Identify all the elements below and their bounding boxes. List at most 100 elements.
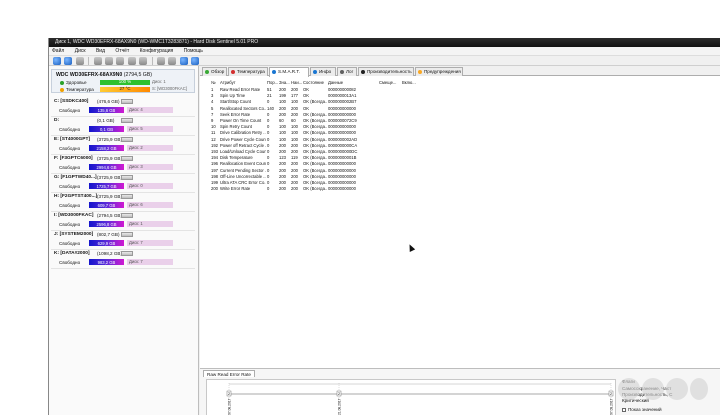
volume-item[interactable]: E: [ST4000GPT] (3725,9 GB) Свободно 2158,2 … (51, 136, 195, 155)
attr-status: OK (Всегда... (303, 180, 327, 185)
attr-id: 7 (211, 111, 214, 117)
drive-1-icon[interactable] (93, 57, 102, 65)
volume-item[interactable]: F: [F3GPTC6000] (3725,9 GB) Свободно 2994,6… (51, 155, 195, 174)
attr-worst: 200 (291, 105, 298, 111)
volume-item[interactable]: K: [DATA#2000] (1098,2 GB) Свободно 983,2 G… (51, 250, 195, 269)
volume-disk-number: Диск: 7 (127, 259, 173, 265)
tab-3[interactable]: Инфо (310, 67, 336, 76)
attr-data: 0000000000CA (328, 142, 358, 148)
volume-item[interactable]: J: [SYSTEM2000] (802,7 GB) Свободно 629,9 G… (51, 231, 195, 250)
mouse-cursor-icon (406, 243, 416, 252)
attr-threshold: 140 (267, 105, 274, 111)
report-icon[interactable] (168, 57, 177, 65)
volume-item[interactable]: G: [F1GPTWD40...] (3725,9 GB) Свободно 1725… (51, 174, 195, 193)
refresh-icon[interactable] (53, 57, 61, 65)
attr-name: Drive Calibration Retry ... (220, 130, 266, 136)
attr-name: Write Error Rate (220, 186, 251, 192)
volume-disk-number: Диск: 4 (127, 107, 173, 113)
menu-disk[interactable]: Диск (75, 48, 86, 54)
attr-data: 000000000000 (328, 180, 356, 185)
menu-report[interactable]: Отчёт (115, 48, 129, 54)
attr-id: 4 (211, 99, 214, 105)
attr-status: OK (Всегда... (303, 124, 327, 130)
col-value[interactable]: Зна... (279, 80, 290, 86)
volume-size: (1098,2 GB) (97, 251, 123, 256)
attr-name: Reallocation Event Count (220, 161, 266, 167)
tab-4[interactable]: Лог (337, 67, 357, 76)
smart-row[interactable]: 1 Raw Read Error Rate 51 200 200 OK 0000000000… (203, 87, 503, 93)
selected-disk[interactable]: WDC WD30EFRX-68AX9N0 (2794,5 GB) Здоровь… (51, 69, 195, 93)
attr-threshold: 0 (267, 142, 270, 148)
graph-tab[interactable]: Raw Read Error Rate (203, 370, 255, 377)
volume-disk-number: Диск: 2 (127, 145, 173, 151)
smart-row[interactable]: 196 Reallocation Event Count 0 200 200 OK (Вс… (203, 161, 503, 167)
smart-row[interactable]: 7 Seek Error Rate 0 200 200 OK (Всегда... 0000… (203, 112, 503, 118)
volume-item[interactable]: H: [F2GPTST400...] (3725,9 GB) Свободно 609… (51, 193, 195, 212)
smart-row[interactable]: 192 Power off Retract Cycle ... 0 200 200 OK … (203, 143, 503, 149)
drive-5-icon[interactable] (139, 57, 148, 65)
temperature-row: Температура 27 °C S: [WD3000FKAC] (60, 86, 187, 92)
col-offset[interactable]: Смеще... (379, 80, 401, 86)
volume-size: (3725,9 GB) (97, 194, 123, 199)
volume-item[interactable]: C: [SSDKC400] (476,6 GB) Свободно 135,6 GB Д… (51, 98, 195, 117)
attr-value: 200 (279, 87, 286, 92)
attr-threshold: 0 (267, 130, 270, 136)
col-data[interactable]: Данные (328, 80, 378, 86)
col-id[interactable]: № (211, 80, 219, 86)
col-threshold[interactable]: Пор... (267, 80, 278, 86)
attr-threshold: 0 (267, 136, 270, 142)
volume-item[interactable]: I: [WD3000FKAC] (2794,5 GB) Свободно 2596,8… (51, 212, 195, 231)
attr-id: 198 (211, 173, 218, 179)
menu-config[interactable]: Конфигурация (140, 48, 174, 54)
test-icon[interactable] (156, 57, 165, 65)
attr-name: Power On Time Count (220, 118, 262, 123)
smart-row[interactable]: 11 Drive Calibration Retry ... 0 100 100 OK (… (203, 130, 503, 136)
smart-row[interactable]: 10 Spin Retry Count 0 100 100 OK (Всегда... 00… (203, 124, 503, 130)
smart-row[interactable]: 197 Current Pending Sector ... 0 200 200 OK (… (203, 168, 503, 174)
drive-3-icon[interactable] (116, 57, 125, 65)
free-space-value: 609,7 GB (97, 202, 116, 208)
col-worst[interactable]: Наи... (291, 80, 302, 86)
help-icon[interactable] (191, 57, 200, 65)
smart-row[interactable]: 4 Start/Stop Count 0 100 100 OK (Всегда... 000… (203, 99, 503, 105)
smart-row[interactable]: 194 Disk Temperature 0 123 119 OK (Всегда... 0… (203, 155, 503, 161)
show-values-checkbox[interactable] (622, 407, 626, 412)
volume-item[interactable]: D: (0,1 GB) Свободно 0,1 GB Диск: 5 (51, 117, 195, 136)
volume-disk-number: Диск: 7 (127, 240, 173, 246)
tab-2[interactable]: S.M.A.R.T. (269, 67, 309, 77)
tab-0[interactable]: Обзор (202, 67, 227, 76)
drive-4-icon[interactable] (127, 57, 136, 65)
smart-row[interactable]: 193 Load/Unload Cycle Count 0 200 200 OK (Все… (203, 149, 503, 155)
menu-view[interactable]: Вид (96, 48, 105, 54)
attr-data: 000000000000 (328, 186, 356, 192)
show-values-option[interactable]: Показ значений (622, 407, 662, 412)
menu-file[interactable]: Файл (52, 48, 64, 54)
volume-disk-number: Диск: 6 (127, 202, 173, 208)
col-enabled[interactable]: Вклю... (402, 80, 416, 86)
menu-help[interactable]: Помощь (184, 48, 203, 54)
attr-id: 196 (211, 161, 218, 167)
smart-row[interactable]: 198 Off-Line Uncorrectable ... 0 200 200 OK (… (203, 174, 503, 180)
smart-row[interactable]: 5 Reallocated Sectors Co... 140 200 200 OK 000… (203, 106, 503, 112)
free-label: Свободно (59, 127, 81, 132)
smart-row[interactable]: 199 Ultra ATA CRC Error Co... 0 200 200 OK (В… (203, 180, 503, 186)
smart-row[interactable]: 3 Spin Up Time 21 199 177 OK 0000000013A1 (203, 93, 503, 99)
attr-id: 1 (211, 87, 214, 92)
disk-icon[interactable] (75, 57, 84, 65)
volume-size: (2794,5 GB) (97, 213, 123, 218)
smart-row[interactable]: 12 Drive Power Cycle Count 0 100 100 OK (Всег… (203, 137, 503, 143)
col-status[interactable]: Состояние (303, 80, 327, 86)
attr-name: Seek Error Rate (220, 111, 251, 117)
attr-worst: 200 (291, 149, 298, 154)
smart-row[interactable]: 200 Write Error Rate 0 200 200 OK (Всегда... 0… (203, 186, 503, 192)
smart-row[interactable]: 9 Power On Time Count 0 60 60 OK (Всегда... 00… (203, 118, 503, 124)
info-icon[interactable] (179, 57, 188, 65)
drive-2-icon[interactable] (104, 57, 113, 65)
attr-id: 197 (211, 167, 218, 173)
col-attribute[interactable]: Атрибут (220, 80, 266, 86)
tab-6[interactable]: Предупреждения (415, 67, 463, 76)
back-icon[interactable] (64, 57, 73, 65)
tab-1[interactable]: Температура (228, 67, 268, 76)
tab-5[interactable]: Производительность (358, 67, 414, 76)
attr-value: 100 (279, 136, 286, 142)
